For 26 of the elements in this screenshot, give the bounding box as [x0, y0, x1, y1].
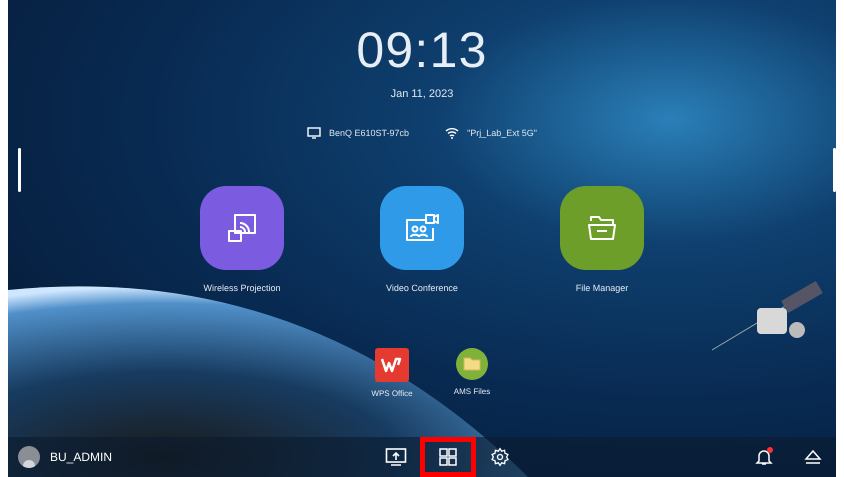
- monitor-icon: [307, 127, 321, 140]
- right-edge-handle[interactable]: [833, 148, 836, 192]
- shortcut-label: AMS Files: [454, 386, 490, 398]
- app-tile[interactable]: [380, 186, 464, 270]
- clock-date: Jan 11, 2023: [390, 87, 454, 102]
- settings-icon: [490, 447, 510, 467]
- app-label: Video Conference: [386, 282, 458, 295]
- network-name: "Prj_Lab_Ext 5G": [467, 126, 537, 140]
- taskbar-button[interactable]: [420, 437, 476, 477]
- app-tile[interactable]: [560, 186, 644, 270]
- screen-share-icon: [385, 447, 407, 467]
- folder-app-icon[interactable]: [456, 348, 488, 380]
- app-tile[interactable]: [200, 186, 284, 270]
- wifi-icon: [445, 127, 460, 140]
- device-name: BenQ E610ST-97cb: [329, 126, 410, 140]
- left-edge-handle[interactable]: [18, 148, 21, 192]
- grid-icon: [439, 448, 457, 466]
- cast-icon: [225, 211, 259, 245]
- notification-icon[interactable]: [754, 447, 774, 467]
- eject-icon[interactable]: [804, 448, 822, 466]
- user-name[interactable]: BU_ADMIN: [50, 448, 112, 466]
- shortcut-label: WPS Office: [371, 388, 413, 400]
- app-label: Wireless Projection: [203, 282, 281, 295]
- app-label: File Manager: [576, 282, 628, 295]
- clock-time: 09:13: [356, 21, 488, 80]
- wps-logo-icon[interactable]: [375, 348, 409, 382]
